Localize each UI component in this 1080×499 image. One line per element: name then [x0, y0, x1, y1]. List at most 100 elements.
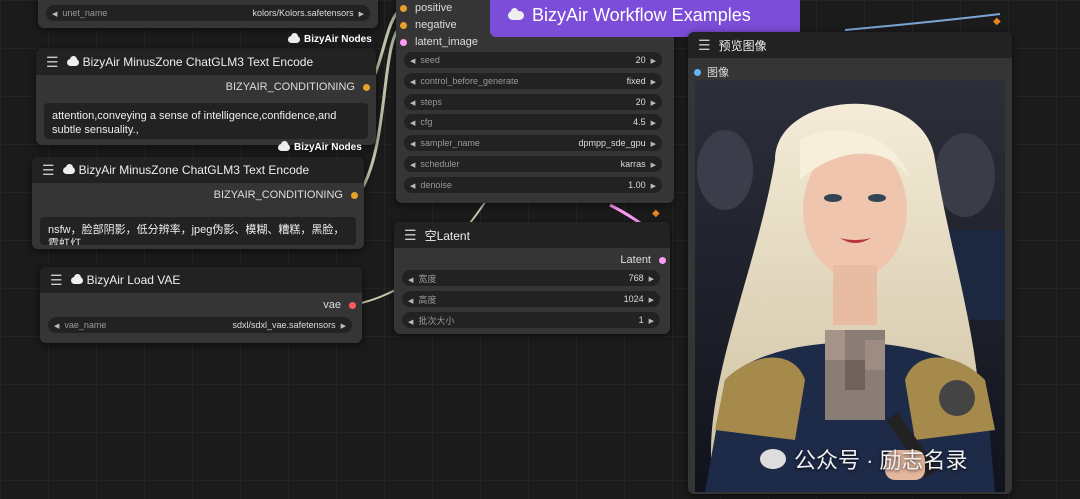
arrow-right-icon[interactable]: ▶: [651, 58, 656, 65]
menu-icon[interactable]: ☰: [46, 54, 59, 71]
arrow-right-icon[interactable]: ▶: [651, 183, 656, 190]
arrow-right-icon[interactable]: ▶: [649, 297, 654, 304]
unet-node: ◀ unet_name kolors/Kolors.safetensors ▶: [38, 0, 378, 28]
arrow-right-icon[interactable]: ▶: [651, 100, 656, 107]
input-slot-latent-image[interactable]: latent_image: [400, 36, 478, 48]
widget-value: 1024: [623, 294, 644, 304]
sampler-widget-scheduler[interactable]: ◀ scheduler karras ▶: [404, 156, 662, 172]
widget-label: steps: [420, 96, 442, 107]
output-dot[interactable]: [659, 256, 666, 264]
input-dot[interactable]: [400, 38, 407, 46]
unet-name-widget[interactable]: ◀ unet_name kolors/Kolors.safetensors ▶: [46, 5, 370, 21]
menu-icon[interactable]: ☰: [42, 162, 55, 179]
widget-value: 20: [635, 55, 646, 65]
widget-value: 768: [628, 273, 644, 283]
background-person: [697, 130, 753, 210]
arrow-left-icon[interactable]: ◀: [410, 79, 415, 86]
wire-image: [844, 13, 1001, 31]
arrow-right-icon[interactable]: ▶: [651, 79, 656, 86]
arrow-right-icon[interactable]: ▶: [651, 141, 656, 148]
input-label: latent_image: [415, 36, 478, 48]
latent-widget--[interactable]: ◀ 批次大小 1 ▶: [402, 312, 660, 328]
menu-icon[interactable]: ☰: [698, 37, 711, 54]
widget-value: fixed: [626, 75, 646, 86]
empty-latent-node[interactable]: ☰ 空Latent Latent ◀ 宽度 768 ▶ ◀ 高度 1024 ▶ ◀ 批次…: [394, 222, 670, 334]
input-dot[interactable]: [400, 4, 407, 12]
node-title-bar[interactable]: ☰ BizyAir Load VAE: [40, 267, 362, 293]
text-encode-node-negative[interactable]: ☰ BizyAir MinusZone ChatGLM3 Text Encode…: [32, 157, 364, 249]
arrow-left-icon[interactable]: ◀: [410, 162, 415, 169]
node-title: 预览图像: [718, 38, 767, 53]
output-dot[interactable]: [363, 83, 370, 91]
arrow-left-icon[interactable]: ◀: [408, 319, 413, 326]
eye: [824, 194, 842, 202]
input-slot-negative[interactable]: negative: [400, 19, 457, 31]
sampler-widget-seed[interactable]: ◀ seed 20 ▶: [404, 52, 662, 68]
eye: [868, 194, 886, 202]
arrow-left-icon[interactable]: ◀: [410, 58, 415, 65]
input-dot[interactable]: [694, 68, 701, 76]
arrow-right-icon[interactable]: ▶: [651, 162, 656, 169]
node-title-bar[interactable]: ☰ BizyAir MinusZone ChatGLM3 Text Encode: [36, 49, 376, 75]
vae-name-widget[interactable]: ◀ vae_name sdxl/sdxl_vae.safetensors ▶: [48, 317, 352, 333]
input-label: 图像: [707, 67, 729, 79]
widget-value: 1: [638, 315, 644, 325]
preview-image-node[interactable]: ☰ 预览图像 图像: [688, 32, 1012, 494]
cloud-icon: [70, 273, 83, 284]
output-slot-conditioning[interactable]: BIZYAIR_CONDITIONING: [214, 189, 358, 201]
arrow-right-icon[interactable]: ▶: [341, 323, 346, 330]
output-slot-latent[interactable]: Latent: [620, 254, 666, 266]
input-dot[interactable]: [400, 21, 407, 29]
prompt-textarea[interactable]: nsfw，脸部阴影，低分辨率，jpeg伪影、模糊、糟糕，黑脸，霓虹灯: [40, 217, 356, 245]
widget-label: 批次大小: [418, 315, 455, 326]
sampler-widget-denoise[interactable]: ◀ denoise 1.00 ▶: [404, 176, 662, 193]
generated-portrait-image[interactable]: [695, 80, 1005, 492]
output-label: Latent: [620, 254, 651, 266]
sampler-widget-steps[interactable]: ◀ steps 20 ▶: [404, 93, 662, 110]
arrow-left-icon[interactable]: ◀: [52, 11, 57, 18]
node-title-bar[interactable]: ☰ 预览图像: [688, 32, 1012, 58]
widget-label: seed: [420, 55, 440, 65]
node-title-bar[interactable]: ☰ BizyAir MinusZone ChatGLM3 Text Encode: [32, 157, 364, 183]
prompt-textarea[interactable]: attention,conveying a sense of intellige…: [44, 103, 368, 139]
node-title-bar[interactable]: ☰ 空Latent: [394, 222, 670, 248]
bizyair-badge: BizyAir Nodes: [278, 141, 362, 153]
fox-icon: ◆: [993, 16, 1001, 27]
load-vae-node[interactable]: ☰ BizyAir Load VAE vae ◀ vae_name sdxl/s…: [40, 267, 362, 343]
input-label: positive: [415, 2, 453, 14]
latent-widget--[interactable]: ◀ 宽度 768 ▶: [402, 270, 660, 286]
node-title: BizyAir Load VAE: [86, 273, 181, 287]
arrow-left-icon[interactable]: ◀: [408, 277, 413, 284]
arrow-left-icon[interactable]: ◀: [54, 323, 59, 330]
menu-icon[interactable]: ☰: [404, 227, 417, 244]
menu-icon[interactable]: ☰: [50, 272, 63, 289]
arrow-left-icon[interactable]: ◀: [410, 100, 415, 107]
output-slot-conditioning[interactable]: BIZYAIR_CONDITIONING: [226, 81, 370, 93]
arrow-left-icon[interactable]: ◀: [410, 120, 415, 127]
arrow-right-icon[interactable]: ▶: [649, 318, 654, 325]
sampler-widget-control-before-generate[interactable]: ◀ control_before_generate fixed ▶: [404, 72, 662, 89]
output-label: BIZYAIR_CONDITIONING: [213, 189, 343, 201]
neck: [833, 265, 877, 325]
input-slot-image[interactable]: 图像: [694, 64, 729, 80]
output-dot[interactable]: [351, 191, 358, 199]
sampler-widget-cfg[interactable]: ◀ cfg 4.5 ▶: [404, 114, 662, 131]
wechat-icon: [760, 449, 786, 469]
text-encode-node-positive[interactable]: ☰ BizyAir MinusZone ChatGLM3 Text Encode…: [36, 49, 376, 145]
arrow-right-icon[interactable]: ▶: [359, 11, 364, 18]
sampler-widget-sampler-name[interactable]: ◀ sampler_name dpmpp_sde_gpu ▶: [404, 135, 662, 152]
watermark: 公众号 · 励志名录: [760, 443, 968, 475]
arrow-left-icon[interactable]: ◀: [410, 183, 415, 190]
latent-widget--[interactable]: ◀ 高度 1024 ▶: [402, 291, 660, 307]
arrow-right-icon[interactable]: ▶: [649, 276, 654, 283]
arrow-left-icon[interactable]: ◀: [410, 141, 415, 148]
output-slot-vae[interactable]: vae: [323, 299, 356, 311]
node-title: BizyAir MinusZone ChatGLM3 Text Encode: [78, 163, 310, 177]
arrow-left-icon[interactable]: ◀: [408, 298, 413, 305]
widget-value: karras: [620, 159, 646, 169]
arrow-right-icon[interactable]: ▶: [651, 120, 656, 127]
cloud-icon: [288, 33, 300, 43]
input-slot-positive[interactable]: positive: [400, 2, 452, 14]
widget-label: vae_name: [64, 320, 107, 330]
output-dot[interactable]: [349, 301, 356, 309]
